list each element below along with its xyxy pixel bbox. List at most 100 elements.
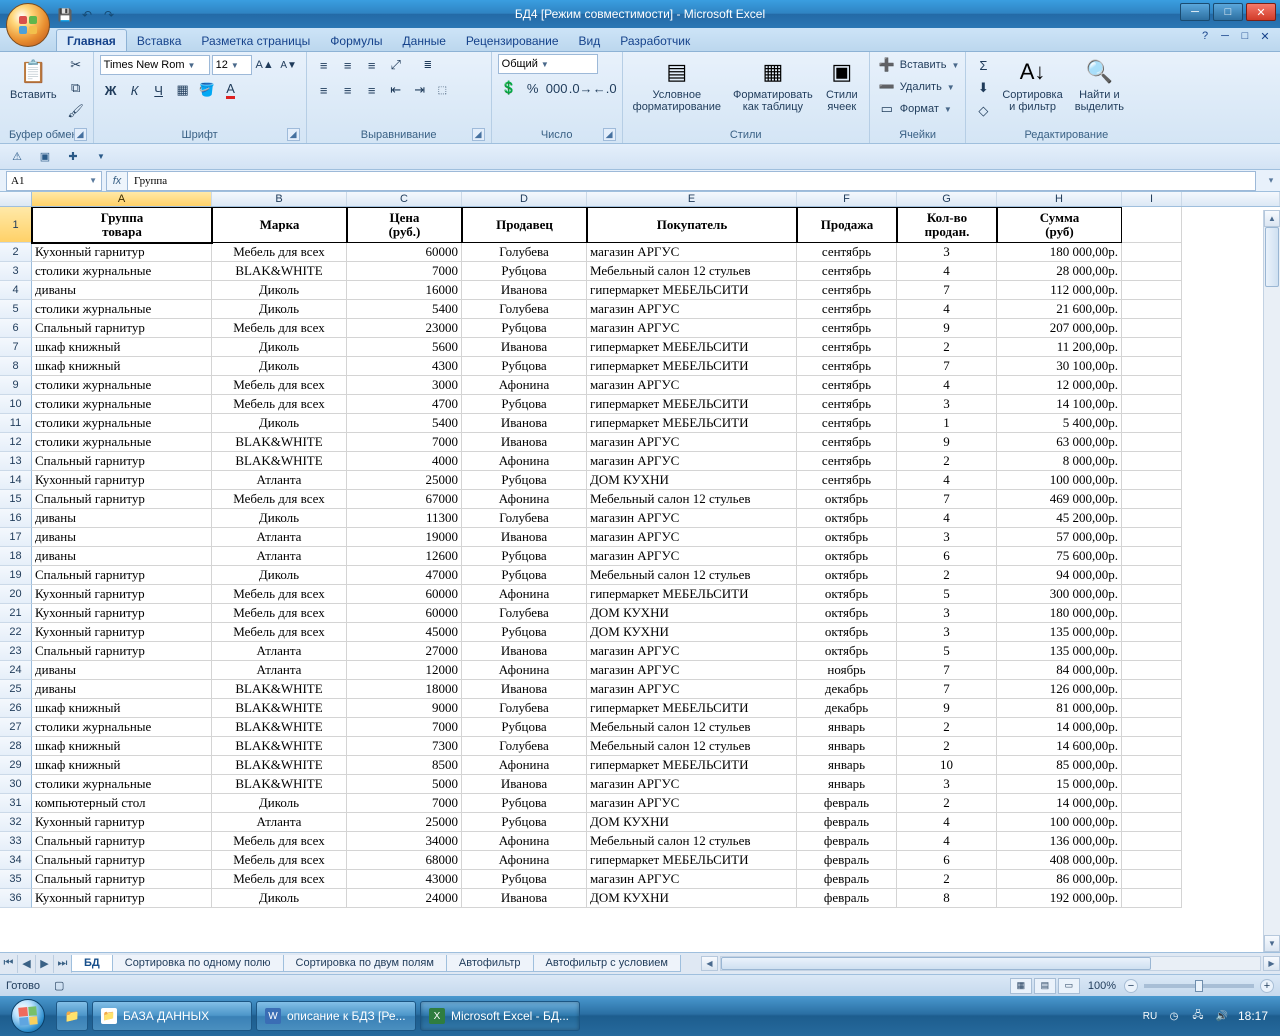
row-header[interactable]: 31	[0, 794, 32, 813]
tray-lang[interactable]: RU	[1142, 1008, 1158, 1024]
data-cell[interactable]	[1122, 889, 1182, 908]
data-cell[interactable]: 2	[897, 870, 997, 889]
data-cell[interactable]: 2	[897, 566, 997, 585]
data-cell[interactable]: Кухонный гарнитур	[32, 623, 212, 642]
data-cell[interactable]: Афонина	[462, 756, 587, 775]
data-cell[interactable]: Иванова	[462, 281, 587, 300]
sort-filter-button[interactable]: A↓Сортировка и фильтр	[998, 54, 1066, 115]
row-header[interactable]: 6	[0, 319, 32, 338]
data-cell[interactable]: январь	[797, 775, 897, 794]
data-cell[interactable]: Диколь	[212, 300, 347, 319]
data-cell[interactable]: 68000	[347, 851, 462, 870]
data-cell[interactable]: Кухонный гарнитур	[32, 471, 212, 490]
header-cell[interactable]: Группа товара	[32, 207, 212, 243]
data-cell[interactable]: Спальный гарнитур	[32, 566, 212, 585]
align-right-button[interactable]: ≡	[361, 79, 383, 101]
data-cell[interactable]: 47000	[347, 566, 462, 585]
header-cell[interactable]: Продавец	[462, 207, 587, 243]
row-header[interactable]: 11	[0, 414, 32, 433]
data-cell[interactable]	[1122, 414, 1182, 433]
increase-decimal-button[interactable]: .0→	[570, 77, 592, 99]
data-cell[interactable]: 34000	[347, 832, 462, 851]
currency-button[interactable]: 💲	[498, 77, 520, 99]
paste-button[interactable]: 📋 Вставить	[6, 54, 61, 103]
row-header[interactable]: 20	[0, 585, 32, 604]
macro-record-icon[interactable]: ▢	[54, 979, 64, 992]
tray-volume-icon[interactable]: 🔊	[1214, 1008, 1230, 1024]
data-cell[interactable]: 192 000,00р.	[997, 889, 1122, 908]
data-cell[interactable]: февраль	[797, 794, 897, 813]
data-cell[interactable]: Мебель для всех	[212, 851, 347, 870]
data-cell[interactable]: 7000	[347, 718, 462, 737]
taskbar-app-button[interactable]: Wописание к БДЗ [Ре...	[256, 1001, 416, 1031]
data-cell[interactable]: Мебель для всех	[212, 376, 347, 395]
window-close-button[interactable]: ✕	[1246, 3, 1276, 21]
sheet-nav-prev[interactable]: ◀	[18, 955, 36, 973]
data-cell[interactable]	[1122, 433, 1182, 452]
ribbon-help-icon[interactable]: ?	[1198, 30, 1212, 43]
data-cell[interactable]	[1122, 300, 1182, 319]
data-cell[interactable]: Мебель для всех	[212, 832, 347, 851]
zoom-slider[interactable]	[1144, 984, 1254, 988]
column-header[interactable]: B	[212, 192, 347, 206]
mdi-minimize-button[interactable]: ─	[1218, 30, 1232, 43]
data-cell[interactable]: столики журнальные	[32, 262, 212, 281]
mdi-close-button[interactable]: ✕	[1258, 30, 1272, 43]
data-cell[interactable]: 7300	[347, 737, 462, 756]
data-cell[interactable]: 7	[897, 490, 997, 509]
data-cell[interactable]: 2	[897, 452, 997, 471]
data-cell[interactable]: Голубева	[462, 243, 587, 262]
row-header[interactable]: 24	[0, 661, 32, 680]
data-cell[interactable]	[1122, 471, 1182, 490]
scroll-right-button[interactable]: ▶	[1263, 956, 1280, 971]
tray-clock[interactable]: 18:17	[1238, 1009, 1268, 1023]
row-header[interactable]: 3	[0, 262, 32, 281]
ribbon-tab[interactable]: Вид	[569, 30, 611, 51]
increase-indent-button[interactable]: ⇥	[409, 79, 431, 101]
data-cell[interactable]: 16000	[347, 281, 462, 300]
data-cell[interactable]: 23000	[347, 319, 462, 338]
row-header[interactable]: 26	[0, 699, 32, 718]
data-cell[interactable]: магазин АРГУС	[587, 775, 797, 794]
data-cell[interactable]: диваны	[32, 680, 212, 699]
zoom-in-button[interactable]: +	[1260, 979, 1274, 993]
data-cell[interactable]: Спальный гарнитур	[32, 452, 212, 471]
data-cell[interactable]: 85 000,00р.	[997, 756, 1122, 775]
border-button[interactable]: ▦	[172, 79, 194, 101]
data-cell[interactable]: Иванова	[462, 414, 587, 433]
data-cell[interactable]: 4	[897, 300, 997, 319]
data-cell[interactable]: 86 000,00р.	[997, 870, 1122, 889]
data-cell[interactable]: октябрь	[797, 509, 897, 528]
data-cell[interactable]: Иванова	[462, 528, 587, 547]
format-cells-icon[interactable]: ▭	[876, 98, 898, 120]
orientation-button[interactable]: ⤢	[385, 54, 407, 76]
scroll-thumb[interactable]	[721, 957, 1151, 970]
data-cell[interactable]: Кухонный гарнитур	[32, 585, 212, 604]
data-cell[interactable]: Диколь	[212, 889, 347, 908]
data-cell[interactable]: Атланта	[212, 642, 347, 661]
data-cell[interactable]: 4000	[347, 452, 462, 471]
data-cell[interactable]: 11 200,00р.	[997, 338, 1122, 357]
data-cell[interactable]: 5400	[347, 300, 462, 319]
data-cell[interactable]: магазин АРГУС	[587, 509, 797, 528]
header-cell[interactable]: Покупатель	[587, 207, 797, 243]
data-cell[interactable]: 300 000,00р.	[997, 585, 1122, 604]
data-cell[interactable]: диваны	[32, 547, 212, 566]
data-cell[interactable]: Голубева	[462, 737, 587, 756]
data-cell[interactable]: 14 100,00р.	[997, 395, 1122, 414]
zoom-level[interactable]: 100%	[1088, 980, 1116, 992]
row-header[interactable]: 1	[0, 207, 32, 243]
data-cell[interactable]: Иванова	[462, 642, 587, 661]
data-cell[interactable]	[1122, 490, 1182, 509]
data-cell[interactable]: 10	[897, 756, 997, 775]
data-cell[interactable]: октябрь	[797, 566, 897, 585]
data-cell[interactable]	[1122, 680, 1182, 699]
data-cell[interactable]: 45000	[347, 623, 462, 642]
data-cell[interactable]: сентябрь	[797, 338, 897, 357]
data-cell[interactable]	[1122, 376, 1182, 395]
data-cell[interactable]: 6	[897, 851, 997, 870]
data-cell[interactable]: гипермаркет МЕБЕЛЬСИТИ	[587, 756, 797, 775]
data-cell[interactable]: Афонина	[462, 490, 587, 509]
data-cell[interactable]: 112 000,00р.	[997, 281, 1122, 300]
grow-font-button[interactable]: A▲	[254, 54, 276, 76]
